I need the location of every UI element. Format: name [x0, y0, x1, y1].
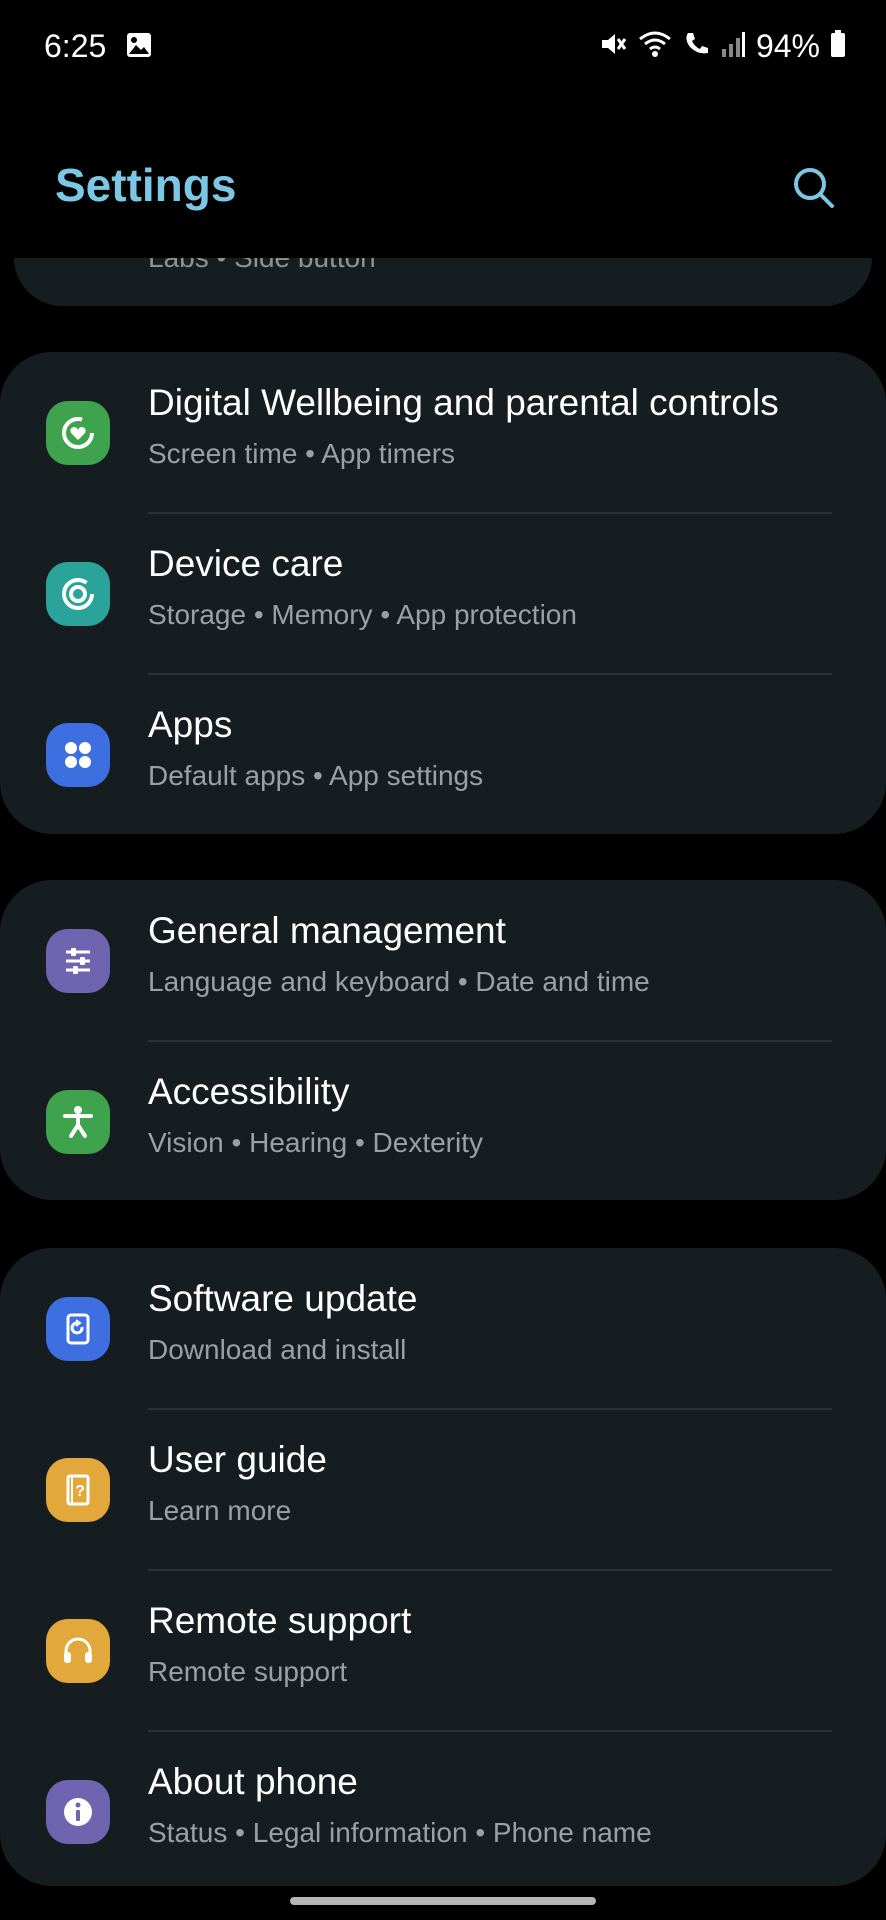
settings-group-1: Digital Wellbeing and parental controls …: [0, 352, 886, 834]
item-title: Accessibility: [148, 1071, 350, 1112]
software-update-icon: [46, 1297, 110, 1361]
search-icon: [794, 168, 834, 208]
header: Settings: [0, 140, 886, 230]
item-subtitle: Default apps • App settings: [148, 760, 484, 791]
device-care-icon: [46, 562, 110, 626]
item-title: Device care: [148, 543, 344, 584]
status-bar: 6:25 94%: [0, 0, 886, 96]
home-indicator[interactable]: [290, 1897, 596, 1905]
settings-group-2: General management Language and keyboard…: [0, 880, 886, 1200]
signal-icon: [720, 29, 746, 64]
item-title: Digital Wellbeing and parental controls: [148, 382, 779, 423]
item-title: Remote support: [148, 1600, 412, 1641]
apps-icon: [46, 723, 110, 787]
item-subtitle: Remote support: [148, 1656, 348, 1687]
remote-support-icon: [46, 1619, 110, 1683]
item-subtitle: Storage • Memory • App protection: [148, 599, 577, 630]
svg-text:?: ?: [75, 1483, 85, 1500]
accessibility-icon: [46, 1090, 110, 1154]
status-icons: 94%: [598, 26, 846, 66]
battery-icon: [830, 29, 846, 63]
settings-item-device-care[interactable]: Device care Storage • Memory • App prote…: [0, 513, 886, 673]
item-title: Apps: [148, 704, 233, 745]
settings-item-apps[interactable]: Apps Default apps • App settings: [0, 674, 886, 834]
item-subtitle: Status • Legal information • Phone name: [148, 1817, 652, 1848]
search-button[interactable]: [786, 160, 842, 216]
general-management-icon: [46, 929, 110, 993]
settings-item-remote-support[interactable]: Remote support Remote support: [0, 1570, 886, 1730]
status-time: 6:25: [44, 28, 107, 64]
item-subtitle: Vision • Hearing • Dexterity: [148, 1127, 484, 1158]
page-title: Settings: [55, 159, 237, 211]
battery-percentage: 94%: [755, 27, 820, 64]
item-subtitle: Download and install: [148, 1334, 407, 1365]
item-title: Software update: [148, 1278, 418, 1319]
partial-card[interactable]: Labs • Side button: [14, 258, 872, 306]
image-icon: [126, 32, 152, 58]
settings-item-about-phone[interactable]: About phone Status • Legal information •…: [0, 1731, 886, 1891]
item-title: User guide: [148, 1439, 327, 1480]
info-icon: [46, 1780, 110, 1844]
item-subtitle: Language and keyboard • Date and time: [148, 966, 650, 997]
partial-item-subtitle: Labs • Side button: [148, 258, 376, 274]
settings-item-digital-wellbeing[interactable]: Digital Wellbeing and parental controls …: [0, 352, 886, 512]
settings-item-software-update[interactable]: Software update Download and install: [0, 1248, 886, 1408]
settings-item-user-guide[interactable]: ? User guide Learn more: [0, 1409, 886, 1569]
wifi-icon: [638, 29, 672, 64]
settings-item-general-management[interactable]: General management Language and keyboard…: [0, 880, 886, 1040]
item-title: About phone: [148, 1761, 358, 1802]
item-subtitle: Learn more: [148, 1495, 292, 1526]
settings-group-3: Software update Download and install ? U…: [0, 1248, 886, 1886]
digital-wellbeing-icon: [46, 401, 110, 465]
wifi-calling-icon: [682, 29, 710, 64]
item-title: General management: [148, 910, 506, 951]
mute-icon: [598, 29, 628, 64]
user-guide-icon: ?: [46, 1458, 110, 1522]
item-subtitle: Screen time • App timers: [148, 438, 456, 469]
settings-item-accessibility[interactable]: Accessibility Vision • Hearing • Dexteri…: [0, 1041, 886, 1201]
